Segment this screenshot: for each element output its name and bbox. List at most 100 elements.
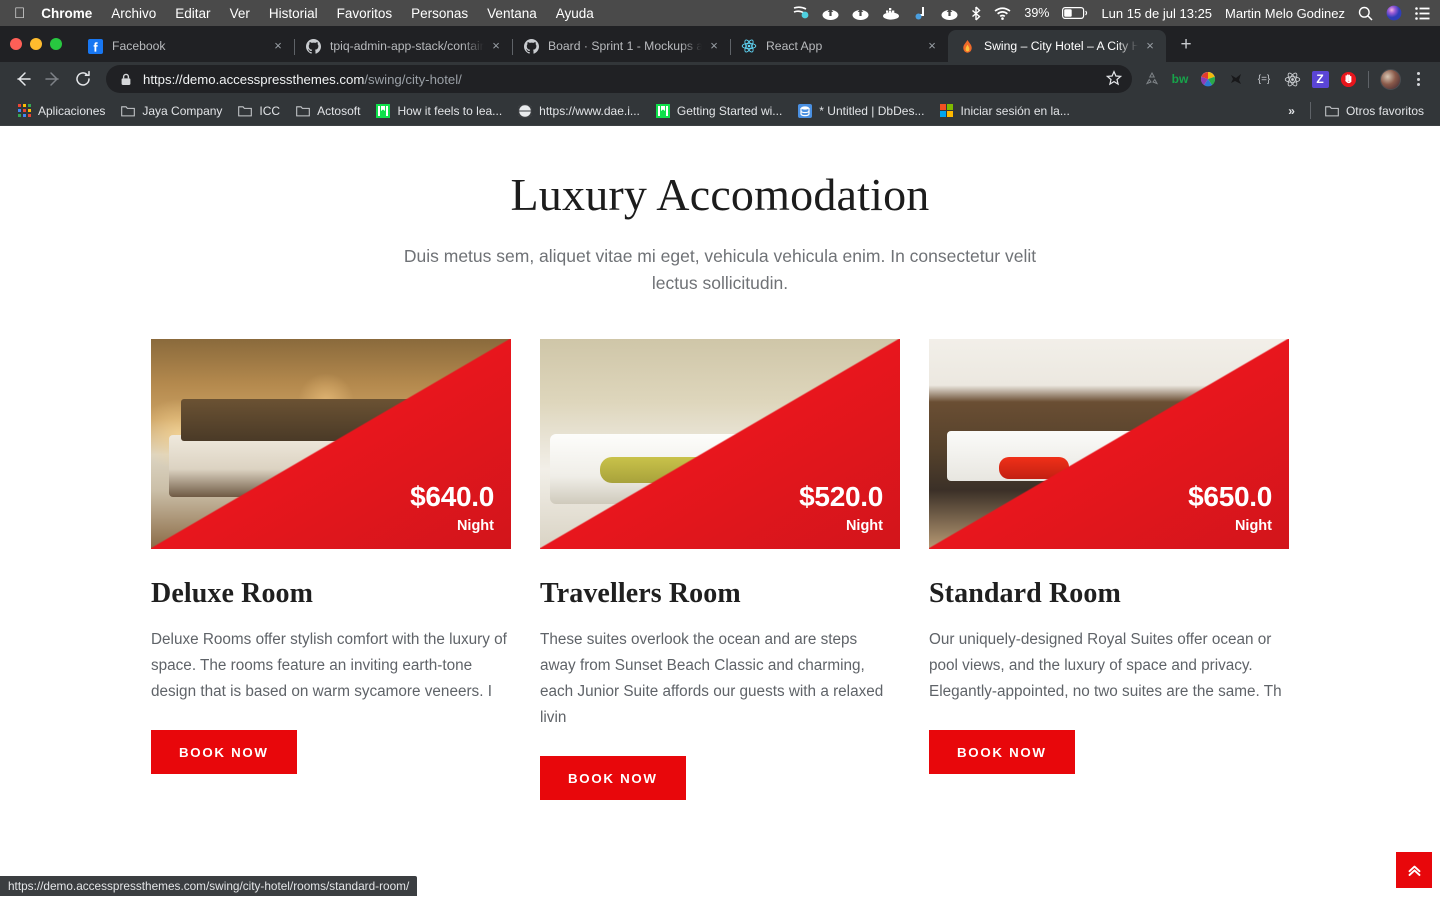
url-domain: https://demo.accesspressthemes.com bbox=[143, 71, 365, 87]
braces-extension-icon[interactable]: {=} bbox=[1250, 65, 1278, 93]
bluetooth-icon[interactable] bbox=[971, 6, 981, 21]
tab-close-button[interactable]: × bbox=[270, 38, 286, 54]
tab-close-button[interactable]: × bbox=[1142, 38, 1158, 54]
menu-item-editar[interactable]: Editar bbox=[175, 6, 210, 21]
menu-item-favoritos[interactable]: Favoritos bbox=[337, 6, 393, 21]
bookmark-icc[interactable]: ICC bbox=[230, 99, 288, 123]
bookmarks-overflow-button[interactable]: » bbox=[1279, 104, 1304, 118]
new-tab-button[interactable]: + bbox=[1172, 32, 1200, 60]
tab-board-sprint-1[interactable]: Board · Sprint 1 - Mockups and × bbox=[512, 30, 731, 62]
tab-swing-city-hotel[interactable]: Swing – City Hotel – A City Hot × bbox=[948, 30, 1166, 62]
bookmark-iniciar-sesion[interactable]: Iniciar sesión en la... bbox=[932, 99, 1077, 123]
lock-icon bbox=[120, 73, 132, 86]
folder-icon bbox=[121, 104, 136, 118]
tab-title: tpiq-admin-app-stack/container bbox=[330, 39, 484, 53]
apps-grid-icon bbox=[18, 104, 31, 117]
profile-avatar[interactable] bbox=[1380, 68, 1401, 90]
link-status-bar: https://demo.accesspressthemes.com/swing… bbox=[0, 876, 418, 896]
menu-item-archivo[interactable]: Archivo bbox=[111, 6, 156, 21]
control-center-icon[interactable] bbox=[1415, 6, 1430, 20]
maximize-window-button[interactable] bbox=[50, 38, 62, 50]
adblock-extension-icon[interactable] bbox=[1334, 65, 1362, 93]
room-cards-list: $640.0 Night Deluxe Room Deluxe Rooms of… bbox=[0, 339, 1440, 801]
sync-icon[interactable] bbox=[913, 6, 928, 20]
address-bar[interactable]: https://demo.accesspressthemes.com/swing… bbox=[106, 65, 1132, 93]
recycle-extension-icon[interactable] bbox=[1138, 65, 1166, 93]
bookmark-label: Getting Started wi... bbox=[676, 103, 783, 118]
tab-strip: Facebook × tpiq-admin-app-stack/containe… bbox=[0, 26, 1440, 62]
room-description: These suites overlook the ocean and are … bbox=[540, 631, 884, 726]
menu-item-ayuda[interactable]: Ayuda bbox=[556, 6, 594, 21]
apple-icon[interactable]:  bbox=[14, 6, 25, 21]
cloud-upload-icon[interactable] bbox=[852, 7, 869, 20]
room-title[interactable]: Standard Room bbox=[929, 578, 1289, 610]
bookmark-how-it-feels[interactable]: How it feels to lea... bbox=[368, 99, 510, 123]
bookmarks-divider bbox=[1309, 102, 1311, 119]
database-icon bbox=[798, 103, 813, 118]
bookmark-jaya-company[interactable]: Jaya Company bbox=[113, 99, 230, 123]
reload-icon[interactable] bbox=[68, 64, 98, 94]
menu-bar-username[interactable]: Martin Melo Godinez bbox=[1225, 6, 1345, 21]
wifi-icon[interactable] bbox=[994, 6, 1011, 20]
chrome-menu-icon[interactable] bbox=[1406, 66, 1430, 92]
room-description: Deluxe Rooms offer stylish comfort with … bbox=[151, 631, 507, 700]
bookmarks-bar: Aplicaciones Jaya Company ICC Actosoft H… bbox=[0, 96, 1440, 126]
room-title[interactable]: Travellers Room bbox=[540, 578, 900, 610]
zotero-extension-icon[interactable]: Z bbox=[1306, 65, 1334, 93]
bird-extension-icon[interactable] bbox=[1222, 65, 1250, 93]
github-icon bbox=[305, 38, 321, 54]
book-now-button[interactable]: BOOK NOW bbox=[540, 756, 686, 801]
facebook-icon bbox=[87, 38, 103, 54]
minimize-window-button[interactable] bbox=[30, 38, 42, 50]
tab-title: React App bbox=[766, 39, 823, 53]
book-now-button[interactable]: BOOK NOW bbox=[929, 730, 1075, 775]
bw-extension-icon[interactable]: bw bbox=[1166, 65, 1194, 93]
spotlight-search-icon[interactable] bbox=[1358, 6, 1373, 21]
menu-item-personas[interactable]: Personas bbox=[411, 6, 468, 21]
bookmark-label: * Untitled | DbDes... bbox=[819, 103, 925, 118]
github-icon bbox=[523, 38, 539, 54]
chevron-right-icon[interactable] bbox=[1238, 265, 1274, 321]
tab-close-button[interactable]: × bbox=[706, 38, 722, 54]
room-image[interactable]: $640.0 Night bbox=[151, 339, 511, 549]
folder-icon bbox=[296, 104, 310, 118]
bookmark-getting-started[interactable]: Getting Started wi... bbox=[648, 99, 790, 123]
back-arrow-icon[interactable] bbox=[8, 64, 38, 94]
bookmark-dae[interactable]: https://www.dae.i... bbox=[510, 99, 648, 123]
room-title[interactable]: Deluxe Room bbox=[151, 578, 511, 610]
room-card: $520.0 Night Travellers Room These suite… bbox=[540, 339, 900, 801]
chevron-left-icon[interactable] bbox=[136, 265, 172, 321]
battery-icon[interactable] bbox=[1062, 7, 1088, 19]
color-wheel-extension-icon[interactable] bbox=[1194, 65, 1222, 93]
tab-react-app[interactable]: React App × bbox=[730, 30, 949, 62]
cloud-upload-icon[interactable] bbox=[822, 7, 839, 20]
react-devtools-icon[interactable] bbox=[1278, 65, 1306, 93]
forward-arrow-icon[interactable] bbox=[38, 64, 68, 94]
bookmark-label: https://www.dae.i... bbox=[539, 103, 640, 118]
room-image[interactable]: $650.0 Night bbox=[929, 339, 1289, 549]
tab-close-button[interactable]: × bbox=[488, 38, 504, 54]
swing-flame-icon bbox=[959, 38, 975, 54]
close-window-button[interactable] bbox=[10, 38, 22, 50]
cloud-icon[interactable] bbox=[941, 7, 958, 20]
siri-icon[interactable] bbox=[1386, 5, 1402, 21]
bookmark-actosoft[interactable]: Actosoft bbox=[288, 99, 368, 123]
bookmark-untitled-dbdesigner[interactable]: * Untitled | DbDes... bbox=[790, 99, 932, 123]
screen-record-icon[interactable] bbox=[792, 6, 809, 20]
room-image[interactable]: $520.0 Night bbox=[540, 339, 900, 549]
tab-close-button[interactable]: × bbox=[924, 38, 940, 54]
docker-whale-icon[interactable] bbox=[882, 7, 900, 20]
bookmark-aplicaciones[interactable]: Aplicaciones bbox=[10, 99, 113, 123]
menu-bar-clock[interactable]: Lun 15 de jul 13:25 bbox=[1101, 6, 1212, 21]
menu-item-ver[interactable]: Ver bbox=[230, 6, 250, 21]
scroll-to-top-button[interactable] bbox=[1396, 852, 1432, 888]
menu-item-ventana[interactable]: Ventana bbox=[487, 6, 537, 21]
book-now-button[interactable]: BOOK NOW bbox=[151, 730, 297, 775]
room-price: $520.0 bbox=[799, 481, 883, 512]
menu-item-historial[interactable]: Historial bbox=[269, 6, 318, 21]
bookmark-otros-favoritos[interactable]: Otros favoritos bbox=[1317, 99, 1432, 123]
star-icon[interactable] bbox=[1105, 69, 1123, 89]
menu-item-chrome[interactable]: Chrome bbox=[41, 6, 92, 21]
tab-facebook[interactable]: Facebook × bbox=[76, 30, 295, 62]
tab-tpiq-admin-app-stack[interactable]: tpiq-admin-app-stack/container × bbox=[294, 30, 513, 62]
